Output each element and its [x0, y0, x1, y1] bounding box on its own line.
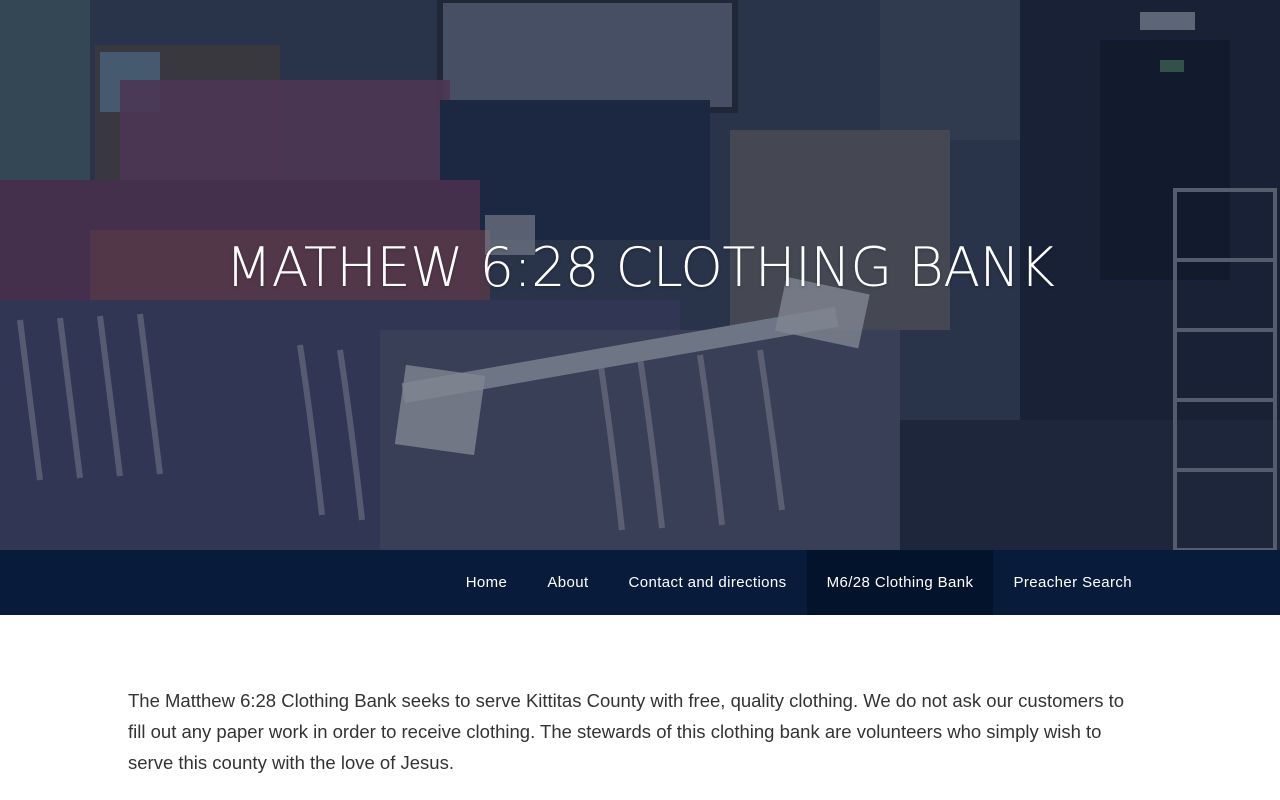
- nav-item-clothing-bank[interactable]: M6/28 Clothing Bank: [806, 550, 994, 615]
- nav-item-contact-and-directions[interactable]: Contact and directions: [609, 550, 807, 615]
- nav-item-preacher-search[interactable]: Preacher Search: [993, 550, 1152, 615]
- main-content: The Matthew 6:28 Clothing Bank seeks to …: [128, 685, 1138, 778]
- nav-item-about[interactable]: About: [527, 550, 608, 615]
- nav-item-home[interactable]: Home: [446, 550, 528, 615]
- main-navigation: Home About Contact and directions M6/28 …: [0, 550, 1280, 615]
- nav-menu: Home About Contact and directions M6/28 …: [446, 550, 1152, 615]
- intro-paragraph: The Matthew 6:28 Clothing Bank seeks to …: [128, 690, 1125, 773]
- hero-banner: MATHEW 6:28 CLOTHING BANK: [0, 0, 1280, 550]
- site-title: MATHEW 6:28 CLOTHING BANK: [225, 236, 1055, 299]
